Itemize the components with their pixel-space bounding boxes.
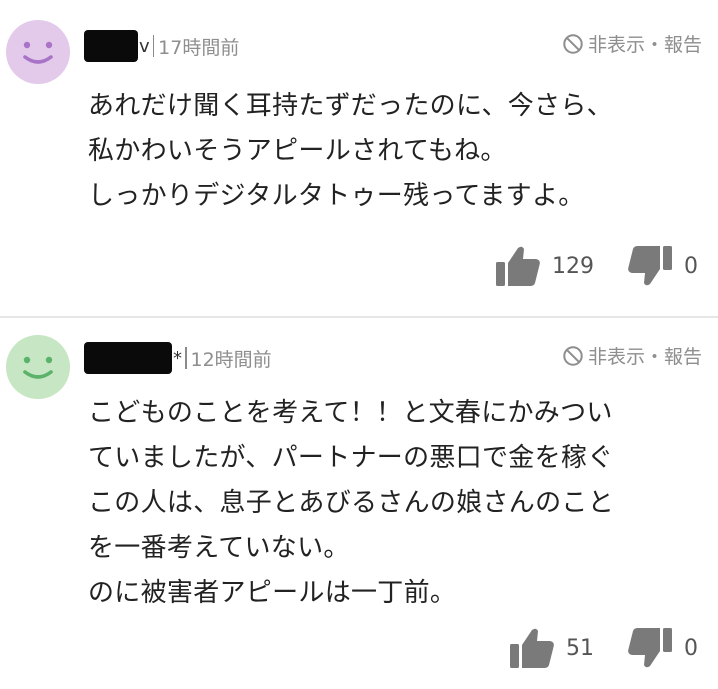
hide-report-link[interactable]: 非表示・報告: [562, 30, 702, 57]
prohibited-icon: [563, 345, 583, 366]
dislike-count: 0: [684, 253, 698, 279]
username-redacted[interactable]: [84, 342, 172, 374]
thumbs-up-icon: [496, 246, 540, 286]
dislike-button[interactable]: 0: [626, 244, 698, 288]
reaction-bar: 51 0: [508, 626, 698, 670]
hide-report-label: 非表示・報告: [587, 34, 702, 56]
comment-line: あれだけ聞く耳持たずだったのに、今さら、: [88, 91, 613, 121]
thumbs-down-icon: [628, 628, 672, 668]
dislike-button[interactable]: 0: [626, 626, 698, 670]
like-button[interactable]: 51: [508, 626, 594, 670]
comment-text: こどものことを考えて！！と文春にかみつい ていましたが、パートナーの悪口で金を稼…: [88, 391, 704, 616]
hide-report-link[interactable]: 非表示・報告: [562, 342, 702, 369]
comment-line: のに被害者アピールは一丁前。: [88, 578, 457, 608]
like-count: 51: [566, 635, 594, 661]
like-count: 129: [552, 253, 594, 279]
smiley-face-icon: [6, 20, 70, 84]
smiley-face-icon: [6, 335, 70, 399]
timestamp: 17時間前: [158, 36, 240, 59]
meta-divider: [185, 347, 187, 369]
like-button[interactable]: 129: [494, 244, 594, 288]
comment-line: 私かわいそうアピールされてもね。: [88, 136, 507, 166]
comment-line: を一番考えていない。: [88, 533, 350, 563]
prohibited-icon: [563, 33, 583, 54]
comment-meta: v 17時間前: [84, 28, 239, 64]
username-redacted[interactable]: [84, 30, 138, 62]
meta-divider: [152, 35, 155, 57]
comment-item: v 17時間前 非表示・報告 あれだけ聞く耳持たずだったのに、今さら、 私かわい…: [0, 0, 718, 318]
avatar[interactable]: [6, 335, 70, 399]
comment-line: しっかりデジタルタトゥー残ってますよ。: [88, 181, 585, 211]
username-suffix: v: [139, 35, 150, 57]
comment-item: * 12時間前 非表示・報告 こどものことを考えて！！と文春にかみつい ていまし…: [0, 318, 718, 689]
thumbs-down-icon: [628, 246, 672, 286]
comment-line: この人は、息子とあびるさんの娘さんのこと: [88, 488, 615, 518]
comment-line: ていましたが、パートナーの悪口で金を稼ぐ: [88, 443, 614, 473]
hide-report-label: 非表示・報告: [587, 346, 702, 368]
comment-line: こどものことを考えて！！と文春にかみつい: [88, 398, 613, 428]
comment-meta: * 12時間前: [84, 340, 272, 376]
timestamp: 12時間前: [190, 348, 272, 371]
thumbs-up-icon: [510, 628, 554, 668]
avatar[interactable]: [6, 20, 70, 84]
comment-text: あれだけ聞く耳持たずだったのに、今さら、 私かわいそうアピールされてもね。 しっ…: [88, 84, 704, 219]
dislike-count: 0: [684, 635, 698, 661]
reaction-bar: 129 0: [494, 244, 698, 288]
username-suffix: *: [173, 347, 182, 369]
